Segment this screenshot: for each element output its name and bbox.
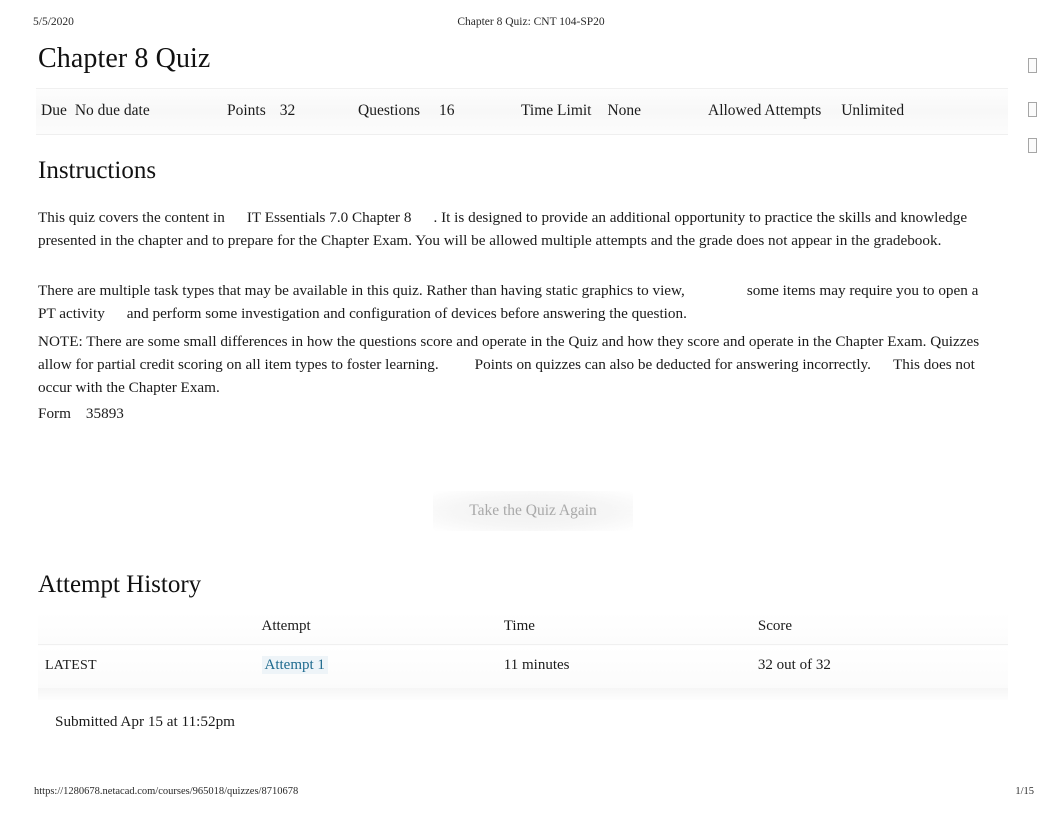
print-footer-page-number: 1/15: [1015, 786, 1034, 797]
cell-attempt: Attempt 1: [261, 644, 504, 688]
meta-value-due: No due date: [74, 102, 150, 119]
meta-value-time-limit: None: [607, 102, 642, 119]
latest-badge: LATEST: [45, 658, 97, 673]
meta-label-allowed-attempts: Allowed Attempts: [708, 102, 822, 119]
form-label: Form: [38, 405, 71, 422]
column-header-kept: [38, 612, 262, 645]
attempt-link[interactable]: Attempt 1: [261, 656, 328, 674]
para3-middle: Points on quizzes can also be deducted f…: [474, 356, 871, 373]
print-footer: https://1280678.netacad.com/courses/9650…: [0, 786, 1062, 802]
instructions-paragraph-3: NOTE: There are some small differences i…: [38, 330, 990, 399]
cell-kept: LATEST: [38, 644, 262, 688]
para2-after: and perform some investigation and confi…: [126, 305, 687, 322]
form-value: 35893: [85, 405, 124, 422]
attempt-history-table: Attempt Time Score LATEST Attempt 1 11 m…: [38, 612, 1008, 688]
instructions-paragraph-2: There are multiple task types that may b…: [38, 279, 990, 325]
meta-item-allowed-attempts: Allowed Attempts Unlimited: [708, 102, 904, 120]
meta-value-allowed-attempts: Unlimited: [841, 102, 905, 119]
attempt-table-head: Attempt Time Score: [38, 612, 1008, 645]
print-footer-url: https://1280678.netacad.com/courses/9650…: [34, 786, 299, 797]
quiz-meta-bar: Due No due date Points 32 Questions 16 Time…: [36, 88, 1008, 135]
quiz-form-line: Form 35893: [38, 403, 124, 425]
para1-emphasis: IT Essentials 7.0 Chapter 8: [246, 209, 412, 226]
tofu-box: [1027, 58, 1037, 74]
meta-item-time-limit: Time Limit None: [521, 102, 641, 120]
para2-before: There are multiple task types that may b…: [38, 282, 685, 299]
submitted-timestamp: Submitted Apr 15 at 11:52pm: [55, 713, 235, 730]
column-header-score: Score: [757, 612, 1008, 645]
missing-glyph-icon-2[interactable]: [1017, 94, 1047, 124]
attempt-history-heading: Attempt History: [38, 571, 202, 598]
instructions-paragraph-1: This quiz covers the content in IT Essent…: [38, 206, 990, 252]
tofu-box: [1027, 138, 1037, 154]
missing-glyph-icon-1[interactable]: [1017, 50, 1047, 80]
meta-label-due: Due: [41, 102, 67, 119]
print-header-title: Chapter 8 Quiz: CNT 104-SP20: [457, 16, 605, 28]
column-header-attempt: Attempt: [261, 612, 504, 645]
instructions-heading: Instructions: [38, 157, 157, 184]
attempt-table-header-row: Attempt Time Score: [38, 612, 1008, 645]
meta-value-questions: 16: [439, 102, 455, 119]
column-header-time: Time: [503, 612, 758, 645]
take-quiz-again-button[interactable]: Take the Quiz Again: [433, 491, 633, 531]
table-row: LATEST Attempt 1 11 minutes 32 out of 32: [38, 644, 1008, 688]
tofu-box: [1027, 102, 1037, 118]
meta-label-points: Points: [227, 102, 266, 119]
attempt-table-body: LATEST Attempt 1 11 minutes 32 out of 32: [38, 644, 1008, 688]
meta-item-due: Due No due date: [41, 102, 150, 120]
page-title: Chapter 8 Quiz: [38, 43, 211, 74]
cell-time: 11 minutes: [503, 644, 758, 688]
meta-item-questions: Questions 16: [358, 102, 455, 120]
missing-glyph-icon-3[interactable]: [1017, 130, 1047, 160]
cell-score: 32 out of 32: [757, 644, 1008, 688]
print-header: 5/5/2020 Chapter 8 Quiz: CNT 104-SP20: [0, 16, 1062, 34]
meta-item-points: Points 32: [227, 102, 295, 120]
meta-value-points: 32: [279, 102, 296, 119]
meta-label-time-limit: Time Limit: [521, 102, 592, 119]
meta-label-questions: Questions: [358, 102, 420, 119]
para1-before: This quiz covers the content in: [38, 209, 225, 226]
take-quiz-again-wrapper: Take the Quiz Again: [433, 486, 633, 538]
